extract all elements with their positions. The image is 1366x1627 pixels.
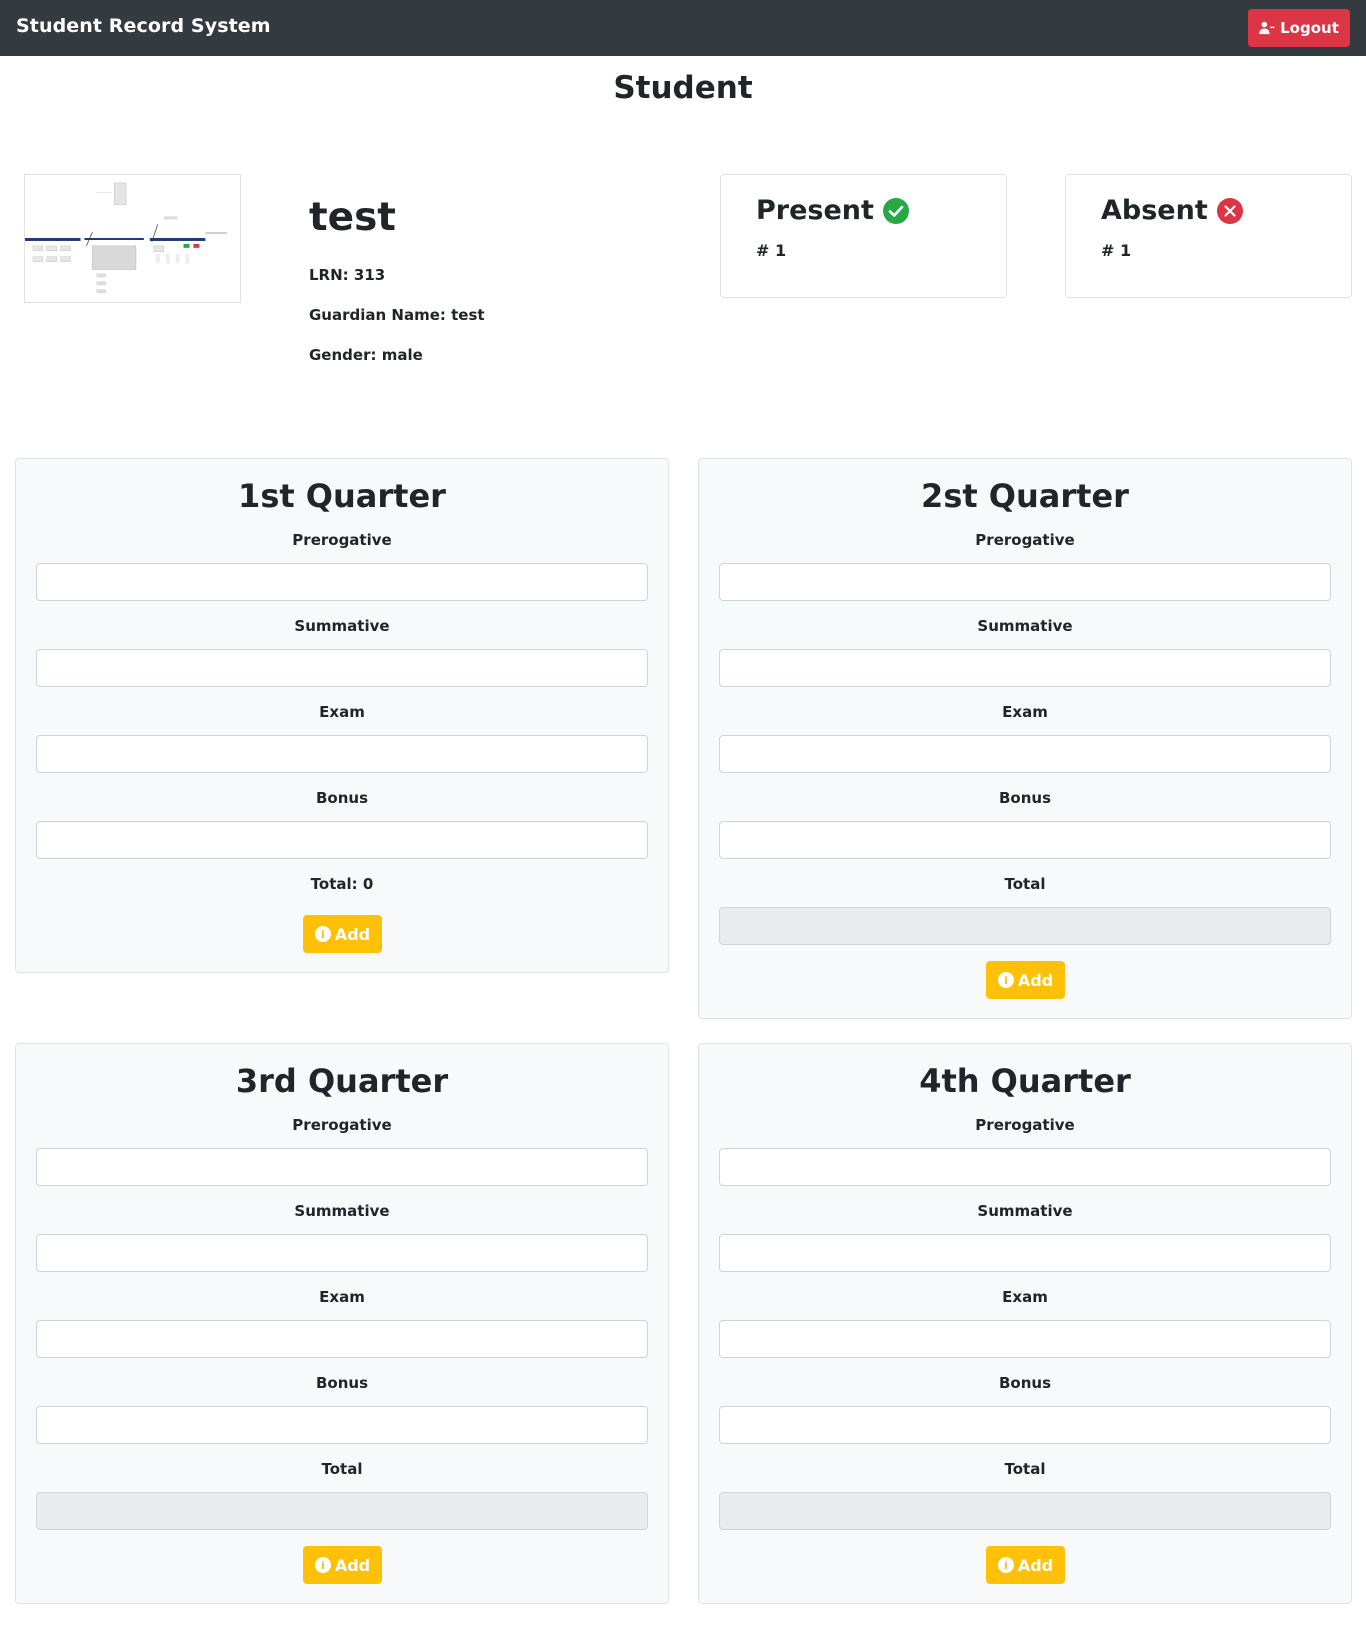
present-label: Present: [756, 195, 874, 226]
prerogative-input[interactable]: [719, 563, 1331, 601]
bonus-label: Bonus: [998, 789, 1052, 807]
summative-label: Summative: [977, 617, 1073, 635]
summative-input[interactable]: [36, 649, 648, 687]
total-label: Total: [1004, 1460, 1046, 1478]
exam-label: Exam: [1002, 703, 1048, 721]
prerogative-input[interactable]: [36, 1148, 648, 1186]
quarter-title: 2st Quarter: [921, 477, 1129, 515]
present-card: Present # 1: [720, 174, 1007, 298]
total-input: [36, 1492, 648, 1530]
exam-input[interactable]: [36, 1320, 648, 1358]
exam-input[interactable]: [36, 735, 648, 773]
add-button[interactable]: i Add: [303, 1546, 382, 1584]
bonus-input[interactable]: [719, 1406, 1331, 1444]
prerogative-input[interactable]: [36, 563, 648, 601]
quarter-title: 4th Quarter: [919, 1062, 1131, 1100]
absent-count: # 1: [1101, 241, 1132, 260]
exam-label: Exam: [319, 703, 365, 721]
bonus-label: Bonus: [315, 1374, 369, 1392]
info-icon: i: [997, 1557, 1014, 1573]
add-button[interactable]: i Add: [303, 915, 382, 953]
student-gender: Gender: male: [309, 346, 423, 364]
total-label: Total: [1004, 875, 1046, 893]
absent-card: Absent # 1: [1065, 174, 1352, 298]
total-label: Total: [321, 1460, 363, 1478]
exam-input[interactable]: [719, 1320, 1331, 1358]
student-photo: [24, 174, 241, 303]
prerogative-label: Prerogative: [292, 1116, 392, 1134]
user-minus-icon: [1259, 21, 1275, 35]
quarter-title: 3rd Quarter: [235, 1062, 449, 1100]
total-input: [719, 1492, 1331, 1530]
info-icon: i: [314, 1557, 331, 1573]
navbar: Student Record System Logout: [0, 0, 1366, 56]
add-label: Add: [1017, 970, 1054, 990]
exam-label: Exam: [1002, 1288, 1048, 1306]
x-circle-icon: [1216, 197, 1243, 224]
student-lrn: LRN: 313: [309, 266, 386, 284]
bonus-input[interactable]: [36, 821, 648, 859]
bonus-input[interactable]: [719, 821, 1331, 859]
logout-label: Logout: [1280, 19, 1339, 37]
check-circle-icon: [882, 197, 909, 224]
summative-input[interactable]: [36, 1234, 648, 1272]
summative-label: Summative: [977, 1202, 1073, 1220]
total-label: Total: 0: [310, 875, 374, 893]
summative-label: Summative: [294, 617, 390, 635]
quarter-card-3: 3rd Quarter Prerogative Summative Exam B…: [15, 1043, 669, 1604]
quarter-card-2: 2st Quarter Prerogative Summative Exam B…: [698, 458, 1352, 1019]
student-info: test LRN: 313 Guardian Name: test Gender…: [309, 190, 485, 366]
quarter-card-4: 4th Quarter Prerogative Summative Exam B…: [698, 1043, 1352, 1604]
bonus-label: Bonus: [998, 1374, 1052, 1392]
student-name: test: [309, 195, 396, 240]
prerogative-label: Prerogative: [975, 1116, 1075, 1134]
page-title: Student: [613, 70, 753, 106]
summative-input[interactable]: [719, 649, 1331, 687]
prerogative-label: Prerogative: [975, 531, 1075, 549]
total-input: [719, 907, 1331, 945]
prerogative-input[interactable]: [719, 1148, 1331, 1186]
bonus-input[interactable]: [36, 1406, 648, 1444]
brand-title[interactable]: Student Record System: [16, 15, 271, 37]
bonus-label: Bonus: [315, 789, 369, 807]
prerogative-label: Prerogative: [292, 531, 392, 549]
add-label: Add: [334, 924, 371, 944]
absent-label: Absent: [1101, 195, 1208, 226]
logout-button[interactable]: Logout: [1248, 9, 1350, 47]
summative-input[interactable]: [719, 1234, 1331, 1272]
summative-label: Summative: [294, 1202, 390, 1220]
info-icon: i: [997, 972, 1014, 988]
quarter-title: 1st Quarter: [238, 477, 446, 515]
add-label: Add: [334, 1555, 371, 1575]
add-button[interactable]: i Add: [986, 1546, 1065, 1584]
exam-input[interactable]: [719, 735, 1331, 773]
exam-label: Exam: [319, 1288, 365, 1306]
quarter-card-1: 1st Quarter Prerogative Summative Exam B…: [15, 458, 669, 973]
add-button[interactable]: i Add: [986, 961, 1065, 999]
present-count: # 1: [756, 241, 787, 260]
guardian-name: Guardian Name: test: [309, 306, 485, 324]
add-label: Add: [1017, 1555, 1054, 1575]
info-icon: i: [314, 926, 331, 942]
